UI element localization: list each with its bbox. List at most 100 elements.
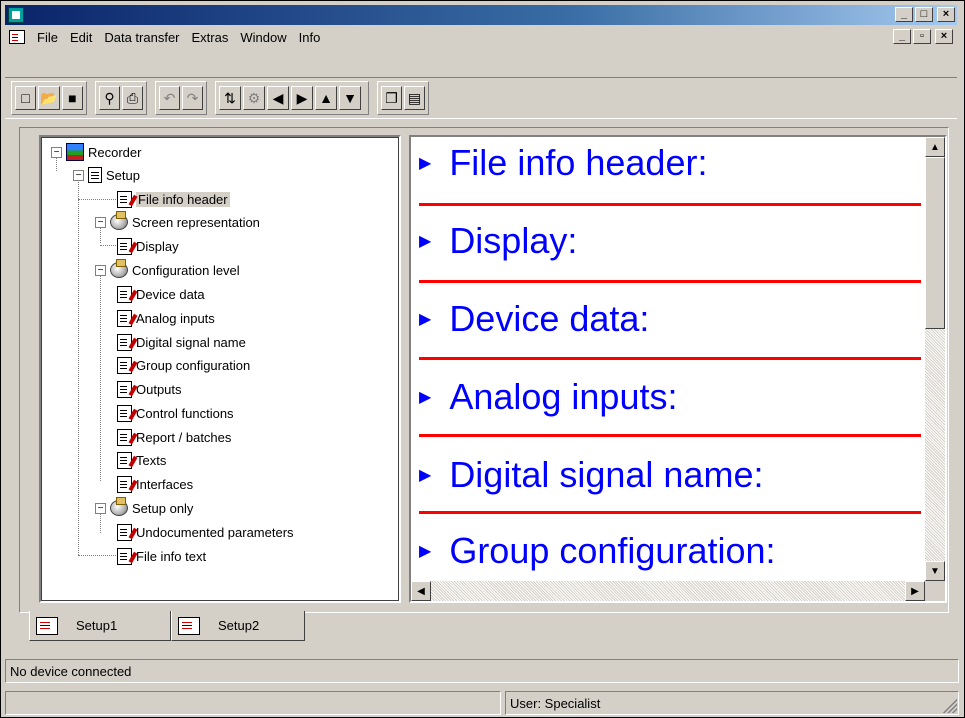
tree-node-file-info-text[interactable]: File info text xyxy=(117,545,206,567)
document-icon[interactable] xyxy=(9,30,25,44)
edit-page-icon xyxy=(117,356,132,374)
menu-info[interactable]: Info xyxy=(293,30,327,45)
tree-node-configuration-level[interactable]: − Configuration level xyxy=(95,259,240,281)
tree-label: Screen representation xyxy=(132,214,260,230)
edit-page-icon xyxy=(117,380,132,398)
view-content: ▶ File info header: ▶ Display: ▶ Device dat… xyxy=(411,137,921,577)
edit-page-icon xyxy=(117,333,132,351)
toolbar-group-window: ❐ ▤ xyxy=(377,81,429,115)
edit-page-icon xyxy=(117,428,132,446)
scroll-up-icon[interactable]: ▲ xyxy=(925,137,945,157)
scroll-thumb[interactable] xyxy=(925,157,945,329)
triangle-icon: ▶ xyxy=(419,543,432,560)
section-title: Display: xyxy=(449,220,578,261)
maximize-button[interactable]: □ xyxy=(915,7,933,22)
redo-icon[interactable]: ↷ xyxy=(182,86,203,110)
next-icon[interactable]: ▶ xyxy=(291,86,313,110)
section-heading[interactable]: ▶ Analog inputs: xyxy=(419,375,677,419)
transfer-disabled-icon[interactable]: ⚙ xyxy=(243,86,265,110)
tree-node-config-item[interactable]: Texts xyxy=(117,449,166,471)
user-status: User: Specialist xyxy=(505,691,959,715)
edit-page-icon xyxy=(117,523,132,541)
print-icon[interactable]: ⎙ xyxy=(122,86,143,110)
tree-node-config-item[interactable]: Interfaces xyxy=(117,473,193,495)
tree-node-setup[interactable]: − Setup xyxy=(73,164,140,186)
tree-node-screen-representation[interactable]: − Screen representation xyxy=(95,211,260,233)
doc-close-button[interactable]: × xyxy=(935,29,953,44)
vertical-scrollbar[interactable]: ▲ ▼ xyxy=(925,137,945,581)
scroll-right-icon[interactable]: ▶ xyxy=(905,581,925,601)
toolbar-group-undo: ↶ ↷ xyxy=(155,81,207,115)
setup-tree[interactable]: − Recorder − Setup File info header − Sc… xyxy=(39,135,401,603)
window-cascade-icon[interactable]: ❐ xyxy=(381,86,402,110)
prev-icon[interactable]: ◀ xyxy=(267,86,289,110)
section-divider xyxy=(419,511,921,514)
document-view[interactable]: ▶ File info header: ▶ Display: ▶ Device dat… xyxy=(409,135,947,603)
section-heading[interactable]: ▶ Display: xyxy=(419,219,577,263)
connection-status-text: No device connected xyxy=(10,663,132,679)
document-icon xyxy=(36,616,58,635)
setup-icon xyxy=(88,167,102,183)
tree-label: Interfaces xyxy=(136,476,194,492)
tree-node-config-item[interactable]: Outputs xyxy=(117,378,182,400)
section-heading[interactable]: ▶ Group configuration: xyxy=(419,529,776,573)
collapse-icon[interactable]: − xyxy=(95,216,106,228)
transfer-icon[interactable]: ⇅ xyxy=(219,86,241,110)
section-heading[interactable]: ▶ Digital signal name: xyxy=(419,453,763,497)
save-icon[interactable]: ■ xyxy=(61,86,83,110)
edit-page-icon xyxy=(117,309,132,327)
doc-minimize-button[interactable]: _ xyxy=(893,29,911,44)
undo-icon[interactable]: ↶ xyxy=(159,86,180,110)
minimize-button[interactable]: _ xyxy=(895,7,913,22)
tree-node-config-item[interactable]: Digital signal name xyxy=(117,331,246,353)
tab-setup1[interactable]: Setup1 xyxy=(29,611,171,641)
section-heading[interactable]: ▶ Device data: xyxy=(419,297,649,341)
section-title: Analog inputs: xyxy=(449,376,678,417)
tree-node-recorder[interactable]: − Recorder xyxy=(51,141,141,163)
close-button[interactable]: × xyxy=(937,7,955,22)
new-icon[interactable]: □ xyxy=(15,86,37,110)
triangle-icon: ▶ xyxy=(419,389,432,406)
menu-edit[interactable]: Edit xyxy=(64,30,98,45)
edit-page-icon xyxy=(117,451,132,469)
horizontal-scrollbar[interactable]: ◀ ▶ xyxy=(411,581,925,601)
tree-label: Recorder xyxy=(88,144,142,160)
scroll-left-icon[interactable]: ◀ xyxy=(411,581,431,601)
tree-label: Texts xyxy=(136,452,167,468)
tree-node-display[interactable]: Display xyxy=(117,235,179,257)
tree-node-file-info-header[interactable]: File info header xyxy=(117,188,230,210)
section-heading[interactable]: ▶ File info header: xyxy=(419,141,707,185)
tree-node-config-item[interactable]: Device data xyxy=(117,283,205,305)
tree-label: Analog inputs xyxy=(136,310,215,326)
down-icon[interactable]: ▼ xyxy=(339,86,361,110)
section-title: Digital signal name: xyxy=(449,454,764,495)
tab-setup2[interactable]: Setup2 xyxy=(171,611,305,641)
collapse-icon[interactable]: − xyxy=(95,502,106,514)
tree-node-undocumented-parameters[interactable]: Undocumented parameters xyxy=(117,521,294,543)
collapse-icon[interactable]: − xyxy=(51,146,62,158)
tree-label: Configuration level xyxy=(132,262,240,278)
tree-label: Control functions xyxy=(136,405,234,421)
title-bar[interactable]: _ □ × xyxy=(5,5,957,25)
tree-node-config-item[interactable]: Group configuration xyxy=(117,354,250,376)
up-icon[interactable]: ▲ xyxy=(315,86,337,110)
menu-window[interactable]: Window xyxy=(234,30,292,45)
status-cell-empty xyxy=(5,691,501,715)
collapse-icon[interactable]: − xyxy=(73,169,84,181)
tree-node-setup-only[interactable]: − Setup only xyxy=(95,497,193,519)
window-tile-icon[interactable]: ▤ xyxy=(404,86,425,110)
open-icon[interactable]: 📂 xyxy=(38,86,60,110)
scroll-down-icon[interactable]: ▼ xyxy=(925,561,945,581)
tree-node-config-item[interactable]: Report / batches xyxy=(117,426,231,448)
tree-node-config-item[interactable]: Control functions xyxy=(117,402,234,424)
menu-extras[interactable]: Extras xyxy=(186,30,235,45)
menu-data-transfer[interactable]: Data transfer xyxy=(98,30,185,45)
print-preview-icon[interactable]: ⚲ xyxy=(99,86,120,110)
app-icon[interactable] xyxy=(8,7,24,23)
doc-restore-button[interactable]: ▫ xyxy=(913,29,931,44)
tree-node-config-item[interactable]: Analog inputs xyxy=(117,307,215,329)
menu-file[interactable]: File xyxy=(31,30,64,45)
connection-status: No device connected xyxy=(5,659,959,683)
resize-grip-icon[interactable] xyxy=(943,699,957,713)
collapse-icon[interactable]: − xyxy=(95,264,106,276)
